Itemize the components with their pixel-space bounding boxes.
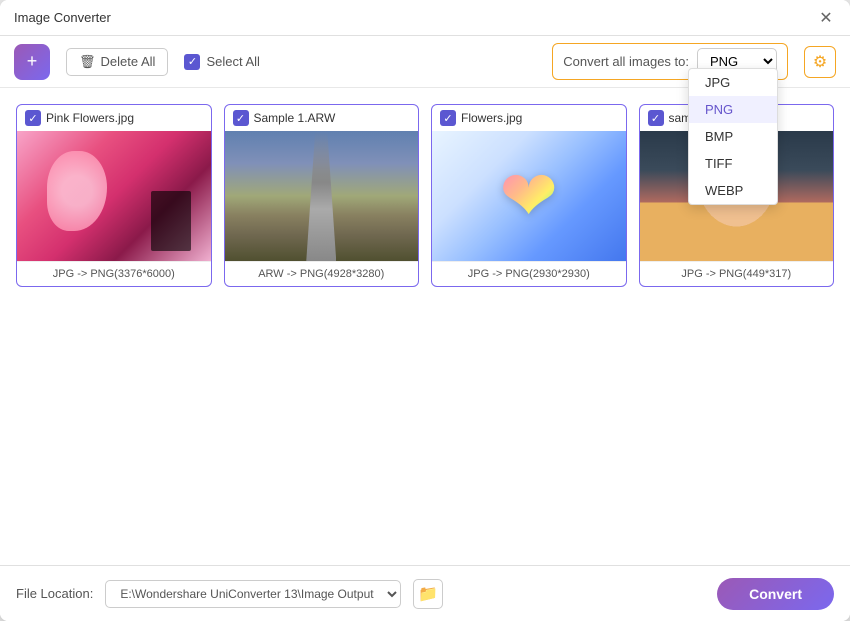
image-card: Pink Flowers.jpg JPG -> PNG(3376*6000) bbox=[16, 104, 212, 287]
dropdown-item-bmp[interactable]: BMP bbox=[689, 123, 777, 150]
image-info: ARW -> PNG(4928*3280) bbox=[225, 261, 419, 286]
dropdown-item-jpg[interactable]: JPG bbox=[689, 69, 777, 96]
delete-icon: 🗑 bbox=[79, 54, 96, 70]
card-checkbox[interactable] bbox=[648, 110, 664, 126]
image-thumbnail bbox=[432, 131, 626, 261]
settings-button[interactable]: ⚙ bbox=[804, 46, 836, 78]
image-thumbnail bbox=[225, 131, 419, 261]
folder-icon: 📁 bbox=[418, 584, 438, 604]
delete-all-label: Delete All bbox=[101, 54, 156, 69]
select-all-checkbox[interactable] bbox=[184, 54, 200, 70]
image-info: JPG -> PNG(3376*6000) bbox=[17, 261, 211, 286]
card-checkbox[interactable] bbox=[25, 110, 41, 126]
file-location-label: File Location: bbox=[16, 586, 93, 601]
delete-all-button[interactable]: 🗑 Delete All bbox=[66, 48, 168, 76]
folder-button[interactable]: 📁 bbox=[413, 579, 443, 609]
settings-icon: ⚙ bbox=[813, 52, 827, 72]
image-filename: Flowers.jpg bbox=[461, 111, 522, 125]
image-filename: Sample 1.ARW bbox=[254, 111, 336, 125]
window-title: Image Converter bbox=[14, 10, 111, 25]
close-button[interactable]: ✕ bbox=[816, 8, 836, 28]
footer: File Location: E:\Wondershare UniConvert… bbox=[0, 565, 850, 621]
main-window: Image Converter ✕ + 🗑 Delete All Select … bbox=[0, 0, 850, 621]
image-thumbnail bbox=[17, 131, 211, 261]
image-filename: Pink Flowers.jpg bbox=[46, 111, 134, 125]
dropdown-item-png[interactable]: PNG bbox=[689, 96, 777, 123]
card-checkbox[interactable] bbox=[233, 110, 249, 126]
card-checkbox[interactable] bbox=[440, 110, 456, 126]
dropdown-item-webp[interactable]: WEBP bbox=[689, 177, 777, 204]
select-all-label: Select All bbox=[206, 54, 259, 69]
image-card: Sample 1.ARW ARW -> PNG(4928*3280) bbox=[224, 104, 420, 287]
select-all-container[interactable]: Select All bbox=[184, 54, 259, 70]
add-image-button[interactable]: + bbox=[14, 44, 50, 80]
dropdown-item-tiff[interactable]: TIFF bbox=[689, 150, 777, 177]
convert-all-label: Convert all images to: bbox=[563, 54, 689, 69]
image-info: JPG -> PNG(449*317) bbox=[640, 261, 834, 286]
title-bar: Image Converter ✕ bbox=[0, 0, 850, 36]
format-dropdown: JPG PNG BMP TIFF WEBP bbox=[688, 68, 778, 205]
image-card: Flowers.jpg JPG -> PNG(2930*2930) bbox=[431, 104, 627, 287]
file-path-select[interactable]: E:\Wondershare UniConverter 13\Image Out… bbox=[105, 580, 401, 608]
convert-button[interactable]: Convert bbox=[717, 578, 834, 610]
image-info: JPG -> PNG(2930*2930) bbox=[432, 261, 626, 286]
